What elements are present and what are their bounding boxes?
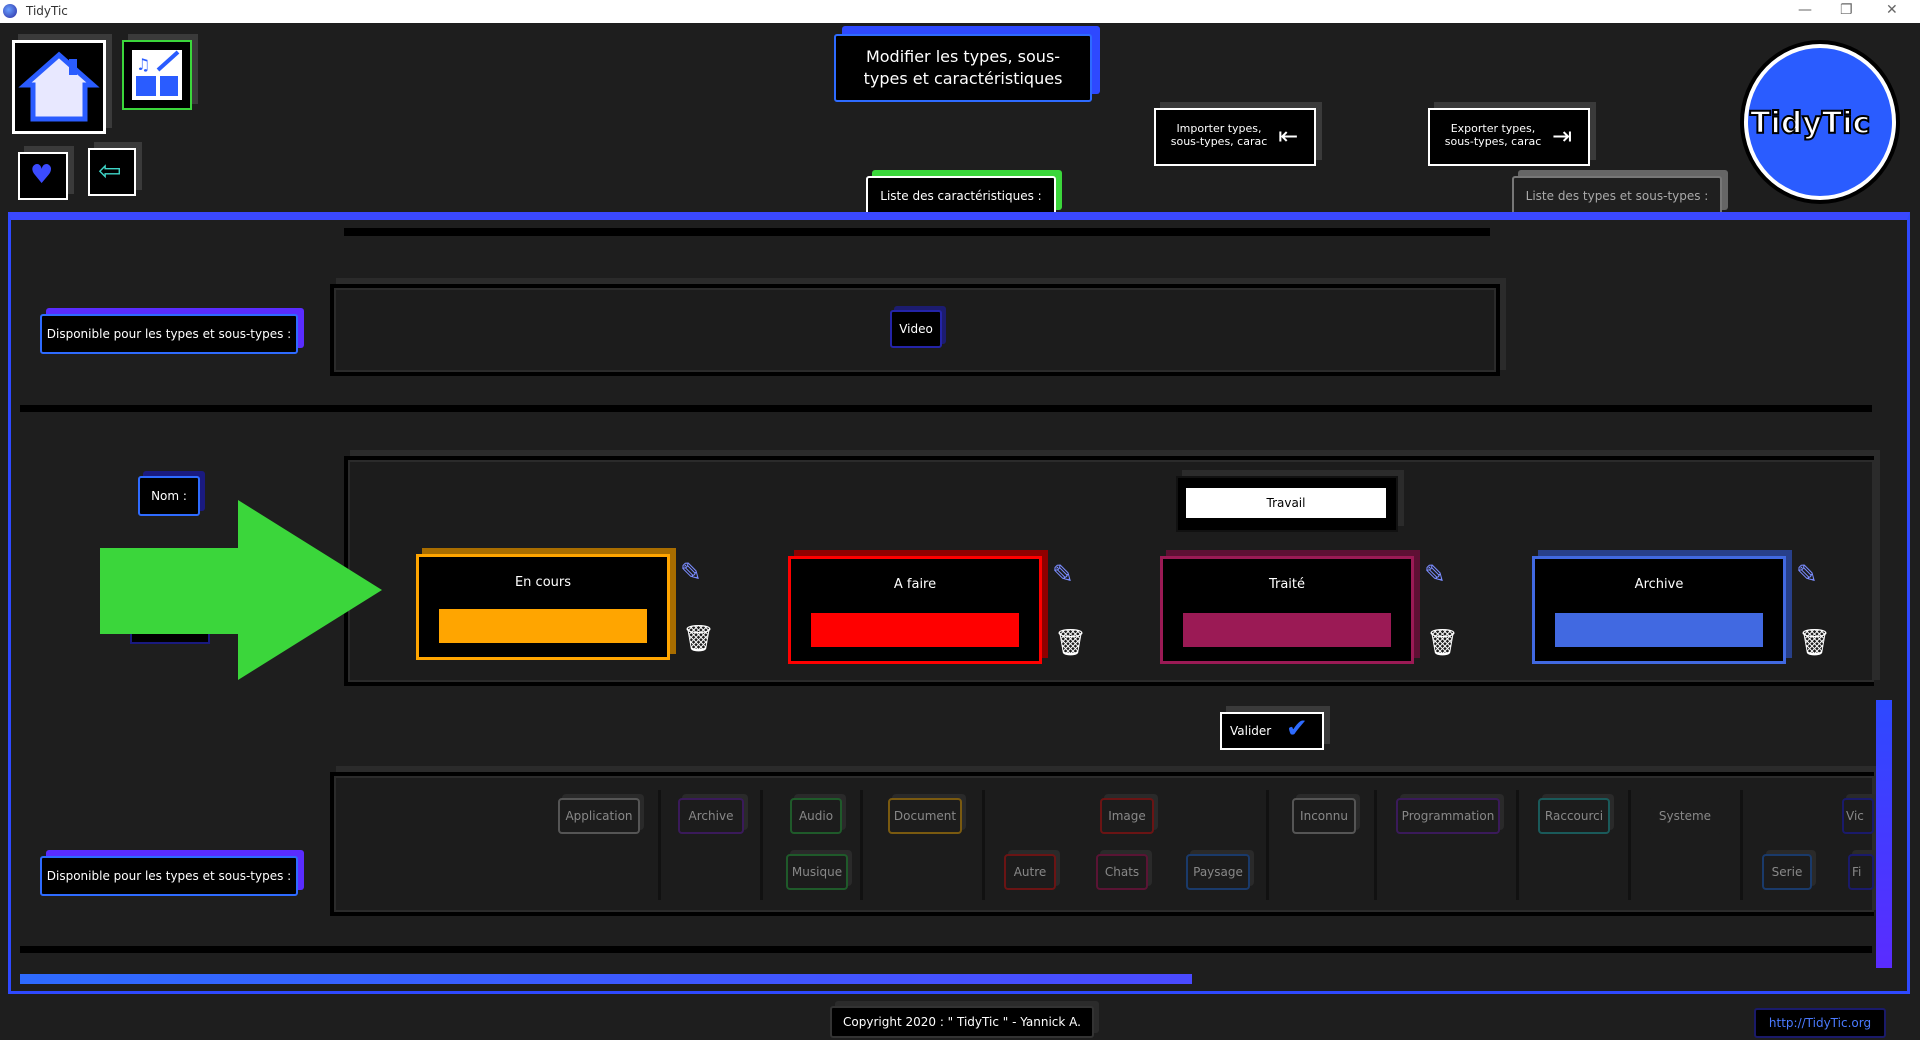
tab-types[interactable]: Liste des types et sous-types : xyxy=(1512,176,1722,216)
media-library-icon: ♫ xyxy=(132,50,182,100)
svg-text:♫: ♫ xyxy=(136,55,150,74)
export-label: Exporter types, sous-types, carac xyxy=(1444,122,1542,148)
tag-autre[interactable]: Autre xyxy=(1004,854,1056,890)
edit-pencil-icon[interactable]: ✎ xyxy=(1424,562,1446,588)
window-title: TidyTic xyxy=(26,4,68,18)
green-arrow-icon xyxy=(100,500,382,680)
tag-video[interactable]: Vic xyxy=(1842,798,1874,834)
home-button[interactable] xyxy=(12,40,106,134)
restore-button[interactable]: ❐ xyxy=(1840,2,1853,18)
arrow-left-icon: ⇦ xyxy=(98,154,122,187)
status-color-swatch[interactable] xyxy=(1555,613,1763,647)
tag-application[interactable]: Application xyxy=(558,798,640,834)
status-color-swatch[interactable] xyxy=(1183,613,1391,647)
app-logo-icon xyxy=(3,4,17,18)
export-button[interactable]: Exporter types, sous-types, carac ⇥ xyxy=(1428,108,1590,166)
status-name: A faire xyxy=(893,577,937,592)
tag-serie[interactable]: Serie xyxy=(1762,854,1812,890)
tab-characteristics[interactable]: Liste des caractéristiques : xyxy=(866,176,1056,216)
tag-chats[interactable]: Chats xyxy=(1096,854,1148,890)
available-types-label-bottom: Disponible pour les types et sous-types … xyxy=(40,856,298,896)
column-divider xyxy=(1516,790,1519,900)
tag-image[interactable]: Image xyxy=(1100,798,1154,834)
minimize-button[interactable]: — xyxy=(1798,2,1812,18)
validate-label: Valider xyxy=(1230,724,1272,738)
checkmark-icon: ✔ xyxy=(1286,714,1308,744)
media-library-button[interactable]: ♫ xyxy=(122,40,192,110)
available-types-label-top: Disponible pour les types et sous-types … xyxy=(40,314,298,354)
status-card-traite[interactable]: Traité xyxy=(1160,556,1414,664)
tidytic-logo: TidyTic xyxy=(1744,44,1896,200)
column-divider xyxy=(1740,790,1743,900)
status-name: Archive xyxy=(1634,577,1684,592)
import-label: Importer types, sous-types, carac xyxy=(1170,122,1268,148)
horizontal-scrollbar[interactable] xyxy=(20,974,1192,984)
trash-icon[interactable]: 🗑 xyxy=(1426,630,1459,656)
edit-pencil-icon[interactable]: ✎ xyxy=(1052,562,1074,588)
tag-archive[interactable]: Archive xyxy=(678,798,744,834)
column-divider xyxy=(658,790,661,900)
available-types-panel-bottom xyxy=(330,772,1874,916)
website-link[interactable]: http://TidyTic.org xyxy=(1754,1008,1886,1038)
column-divider xyxy=(1374,790,1377,900)
divider xyxy=(20,946,1872,953)
tag-programmation[interactable]: Programmation xyxy=(1396,798,1500,834)
trash-icon[interactable]: 🗑 xyxy=(682,626,715,652)
page-title: Modifier les types, sous-types et caract… xyxy=(834,34,1092,102)
trash-icon[interactable]: 🗑 xyxy=(1798,630,1831,656)
column-divider xyxy=(982,790,985,900)
column-divider xyxy=(860,790,863,900)
close-button[interactable]: ✕ xyxy=(1886,2,1898,18)
heart-icon: ♥ xyxy=(30,160,54,190)
tag-audio[interactable]: Audio xyxy=(790,798,842,834)
status-card-a-faire[interactable]: A faire xyxy=(788,556,1042,664)
back-button[interactable]: ⇦ xyxy=(88,148,136,196)
copyright-text: Copyright 2020 : " TidyTic " - Yannick A… xyxy=(830,1006,1094,1038)
trash-icon[interactable]: 🗑 xyxy=(1054,630,1087,656)
import-button[interactable]: Importer types, sous-types, carac ⇤ xyxy=(1154,108,1316,166)
tag-systeme[interactable]: Systeme xyxy=(1648,798,1722,834)
name-field-frame: Travail xyxy=(1176,476,1398,532)
tag-inconnu[interactable]: Inconnu xyxy=(1292,798,1356,834)
column-divider xyxy=(1266,790,1269,900)
export-icon: ⇥ xyxy=(1552,122,1573,150)
status-color-swatch[interactable] xyxy=(439,609,647,643)
status-name: Traité xyxy=(1268,577,1306,592)
column-divider xyxy=(760,790,763,900)
status-card-en-cours[interactable]: En cours xyxy=(416,554,670,660)
divider xyxy=(20,405,1872,412)
tag-fi[interactable]: Fi xyxy=(1848,854,1874,890)
divider xyxy=(344,228,1490,236)
tag-video[interactable]: Video xyxy=(890,310,942,348)
favorites-button[interactable]: ♥ xyxy=(18,152,68,200)
name-input[interactable]: Travail xyxy=(1186,488,1386,518)
home-icon xyxy=(18,51,100,122)
tag-document[interactable]: Document xyxy=(888,798,962,834)
tag-paysage[interactable]: Paysage xyxy=(1186,854,1250,890)
edit-pencil-icon[interactable]: ✎ xyxy=(680,560,702,586)
status-card-archive[interactable]: Archive xyxy=(1532,556,1786,664)
import-icon: ⇤ xyxy=(1278,122,1299,150)
edit-pencil-icon[interactable]: ✎ xyxy=(1796,562,1818,588)
tag-musique[interactable]: Musique xyxy=(786,854,848,890)
vertical-scrollbar[interactable] xyxy=(1876,700,1892,968)
logo-text: TidyTic xyxy=(1749,105,1871,142)
window-titlebar: TidyTic — ❐ ✕ xyxy=(0,0,1920,23)
column-divider xyxy=(1628,790,1631,900)
validate-button[interactable]: Valider ✔ xyxy=(1220,712,1324,750)
status-color-swatch[interactable] xyxy=(811,613,1019,647)
tag-raccourci[interactable]: Raccourci xyxy=(1538,798,1610,834)
status-name: En cours xyxy=(514,575,572,590)
